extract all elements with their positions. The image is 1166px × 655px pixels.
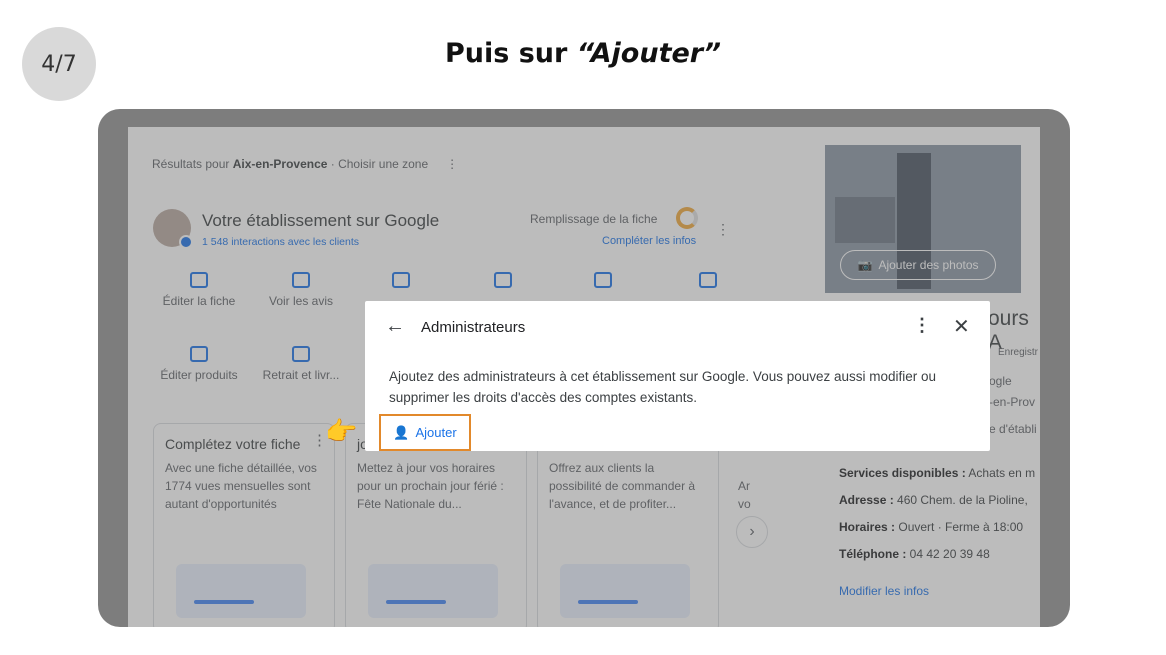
pointing-hand-icon: 👉	[325, 416, 358, 446]
step-title-prefix: Puis sur	[444, 38, 577, 69]
screenshot-frame: Résultats pour Aix-en-Provence · Choisir…	[98, 109, 1070, 627]
administrators-dialog: ← Administrateurs ⋮ ✕ Ajoutez des admini…	[365, 301, 990, 451]
add-button-label: Ajouter	[415, 425, 457, 440]
dialog-title: Administrateurs	[421, 319, 526, 336]
more-vertical-icon[interactable]: ⋮	[913, 315, 931, 336]
person-add-icon: 👤	[393, 424, 410, 440]
add-administrator-button[interactable]: 👤 Ajouter	[379, 414, 471, 451]
back-arrow-icon[interactable]: ←	[385, 315, 405, 338]
step-title: Puis sur “Ajouter”	[0, 38, 1166, 69]
close-icon[interactable]: ✕	[953, 314, 970, 339]
google-business-screen: Résultats pour Aix-en-Provence · Choisir…	[128, 127, 1040, 627]
dialog-description: Ajoutez des administrateurs à cet établi…	[389, 369, 937, 405]
step-title-emphasis: “Ajouter”	[576, 38, 721, 69]
